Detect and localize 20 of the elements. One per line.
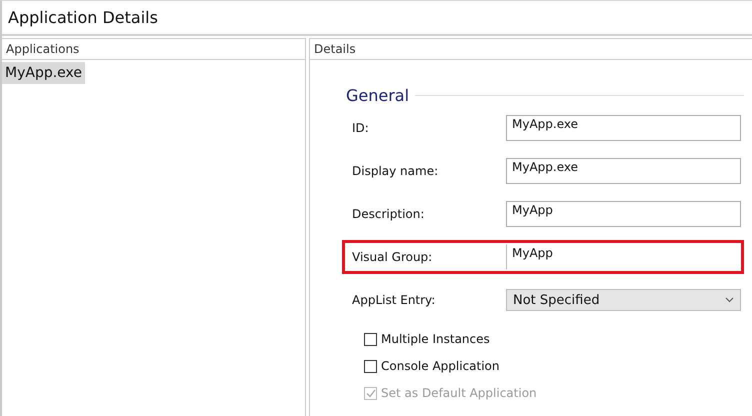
column-header: Applications [2,38,305,60]
column-header: Details [310,38,752,60]
chevron-down-icon [725,297,734,303]
checkbox[interactable] [364,360,377,372]
input-field[interactable]: MyApp [506,201,741,227]
checkbox-label: Multiple Instances [381,332,490,346]
field-label: Description: [352,207,426,221]
window-title: Application Details [2,1,752,36]
checkbox-label: Set as Default Application [381,386,537,400]
field-label: AppList Entry: [352,293,436,307]
section-title: General [346,86,410,105]
input-field[interactable]: MyApp.exe [506,115,741,141]
field-label: Display name: [352,164,440,178]
field-label: ID: [352,121,370,135]
checkbox-label: Console Application [381,359,500,373]
checkbox[interactable] [364,332,377,346]
input-field[interactable]: MyApp.exe [506,158,741,184]
dropdown[interactable]: Not Specified [506,289,741,311]
list-item[interactable]: MyApp.exe [2,62,85,84]
field-label: Visual Group: [352,250,434,264]
